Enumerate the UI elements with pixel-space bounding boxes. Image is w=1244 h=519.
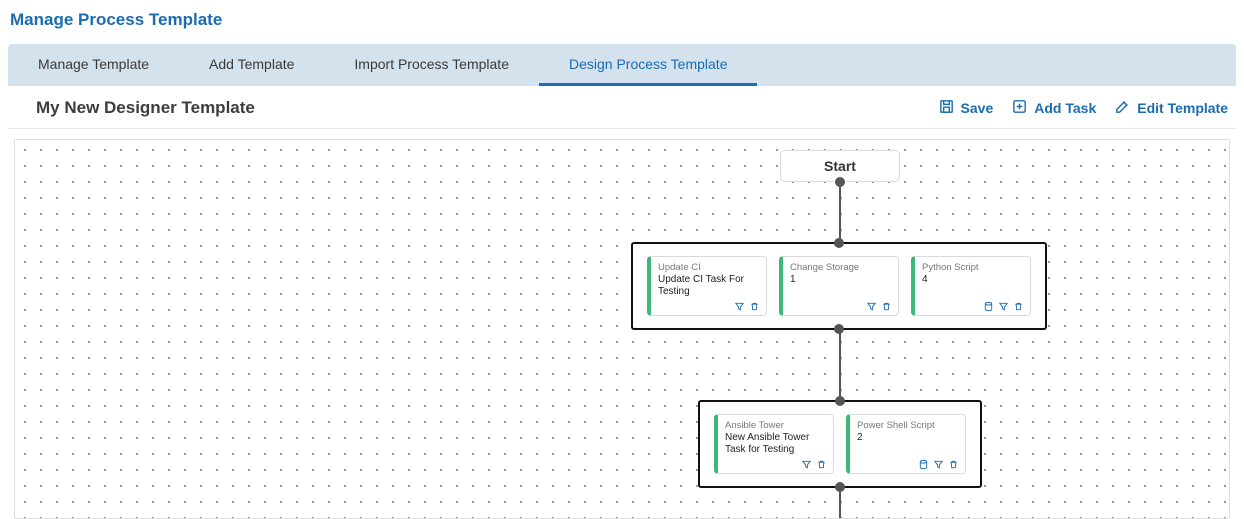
task-name: New Ansible Tower Task for Testing	[725, 432, 827, 455]
designer-canvas[interactable]: Start Update CI Update CI Task For Testi…	[14, 139, 1230, 519]
add-task-button[interactable]: Add Task	[1011, 98, 1096, 118]
save-button[interactable]: Save	[938, 98, 994, 118]
task-category: Python Script	[922, 262, 1024, 273]
stage1-port-in[interactable]	[834, 238, 844, 248]
task-category: Power Shell Script	[857, 420, 959, 431]
task-category: Ansible Tower	[725, 420, 827, 431]
connector-stage2-down	[839, 488, 841, 519]
connector-stage1-stage2	[839, 330, 841, 400]
tab-design-process-template[interactable]: Design Process Template	[539, 44, 757, 86]
plus-icon	[1011, 98, 1028, 118]
edit-template-button[interactable]: Edit Template	[1114, 98, 1228, 118]
task-card-python-script[interactable]: Python Script 4	[911, 256, 1031, 316]
db-icon[interactable]	[918, 459, 929, 470]
filter-icon[interactable]	[866, 301, 877, 312]
filter-icon[interactable]	[734, 301, 745, 312]
task-card-ansible-tower[interactable]: Ansible Tower New Ansible Tower Task for…	[714, 414, 834, 474]
stage2-port-in[interactable]	[835, 396, 845, 406]
content-header: My New Designer Template Save Add Task E…	[8, 86, 1236, 129]
template-name: My New Designer Template	[36, 98, 920, 118]
stage-box-2[interactable]: Ansible Tower New Ansible Tower Task for…	[698, 400, 982, 488]
add-task-label: Add Task	[1034, 100, 1096, 116]
trash-icon[interactable]	[749, 301, 760, 312]
task-category: Update CI	[658, 262, 760, 273]
task-category: Change Storage	[790, 262, 892, 273]
save-label: Save	[961, 100, 994, 116]
edit-icon	[1114, 98, 1131, 118]
trash-icon[interactable]	[1013, 301, 1024, 312]
save-icon	[938, 98, 955, 118]
tab-bar: Manage Template Add Template Import Proc…	[8, 44, 1236, 86]
filter-icon[interactable]	[801, 459, 812, 470]
edit-template-label: Edit Template	[1137, 100, 1228, 116]
task-card-change-storage[interactable]: Change Storage 1	[779, 256, 899, 316]
filter-icon[interactable]	[998, 301, 1009, 312]
task-name: 1	[790, 274, 892, 286]
tab-import-process-template[interactable]: Import Process Template	[324, 44, 539, 86]
task-name: 2	[857, 432, 959, 444]
start-label: Start	[824, 158, 856, 174]
task-card-update-ci[interactable]: Update CI Update CI Task For Testing	[647, 256, 767, 316]
start-node[interactable]: Start	[780, 150, 900, 182]
tab-manage-template[interactable]: Manage Template	[8, 44, 179, 86]
connector-start-stage1	[839, 182, 841, 242]
task-card-powershell-script[interactable]: Power Shell Script 2	[846, 414, 966, 474]
task-name: 4	[922, 274, 1024, 286]
trash-icon[interactable]	[816, 459, 827, 470]
page-title: Manage Process Template	[0, 0, 1244, 44]
trash-icon[interactable]	[881, 301, 892, 312]
db-icon[interactable]	[983, 301, 994, 312]
tab-add-template[interactable]: Add Template	[179, 44, 324, 86]
task-name: Update CI Task For Testing	[658, 274, 760, 297]
trash-icon[interactable]	[948, 459, 959, 470]
filter-icon[interactable]	[933, 459, 944, 470]
stage-box-1[interactable]: Update CI Update CI Task For Testing Cha…	[631, 242, 1047, 330]
